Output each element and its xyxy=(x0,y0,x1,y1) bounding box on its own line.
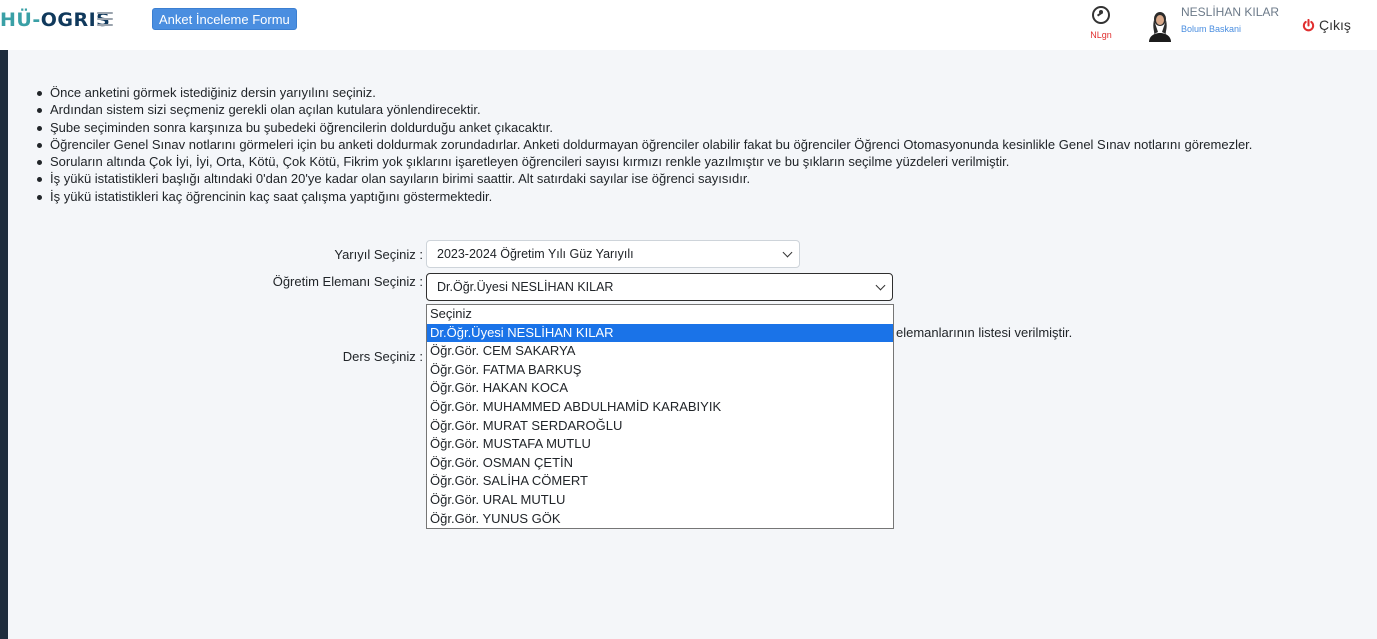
app-logo[interactable]: HÜ-OGRIS xyxy=(0,9,110,31)
compass-icon xyxy=(1092,6,1110,24)
dropdown-option[interactable]: Öğr.Gör. MURAT SERDAROĞLU xyxy=(427,417,893,436)
instruction-item: Önce anketini görmek istediğiniz dersin … xyxy=(36,84,1252,101)
instruction-item: Şube seçiminden sonra karşınıza bu şubed… xyxy=(36,119,1252,136)
dropdown-option[interactable]: Öğr.Gör. YUNUS GÖK xyxy=(427,510,893,529)
dropdown-option[interactable]: Öğr.Gör. FATMA BARKUŞ xyxy=(427,361,893,380)
dropdown-option[interactable]: Öğr.Gör. MUHAMMED ABDULHAMİD KARABIYIK xyxy=(427,398,893,417)
semester-select-value: 2023-2024 Öğretim Yılı Güz Yarıyılı xyxy=(437,247,634,261)
instruction-item: Soruların altında Çok İyi, İyi, Orta, Kö… xyxy=(36,153,1252,170)
dropdown-option[interactable]: Seçiniz xyxy=(427,305,893,324)
top-navbar: HÜ-OGRIS Anket İnceleme Formu NLgn NESLİ… xyxy=(0,0,1377,50)
dropdown-option[interactable]: Öğr.Gör. URAL MUTLU xyxy=(427,491,893,510)
dropdown-option[interactable]: Öğr.Gör. CEM SAKARYA xyxy=(427,342,893,361)
user-role: Bolum Baskani xyxy=(1181,24,1242,34)
nlgn-label: NLgn xyxy=(1090,30,1112,40)
chevron-down-icon xyxy=(875,280,886,291)
dropdown-option[interactable]: Öğr.Gör. HAKAN KOCA xyxy=(427,379,893,398)
dropdown-option-selected[interactable]: Dr.Öğr.Üyesi NESLİHAN KILAR xyxy=(427,323,893,343)
instruction-item: Öğrenciler Genel Sınav notlarını görmele… xyxy=(36,136,1252,153)
sidebar-edge xyxy=(0,50,8,639)
dropdown-option[interactable]: Öğr.Gör. MUSTAFA MUTLU xyxy=(427,435,893,454)
instructions-list: Önce anketini görmek istediğiniz dersin … xyxy=(36,84,1252,205)
user-name: NESLİHAN KILAR xyxy=(1181,5,1280,19)
instruction-item: İş yükü istatistikleri kaç öğrencinin ka… xyxy=(36,188,1252,205)
instruction-item: İş yükü istatistikleri başlığı altındaki… xyxy=(36,170,1252,187)
page-title-badge[interactable]: Anket İnceleme Formu xyxy=(152,8,297,30)
user-avatar[interactable] xyxy=(1146,10,1174,42)
logout-button[interactable]: Çıkış xyxy=(1302,17,1351,33)
dropdown-option[interactable]: Öğr.Gör. OSMAN ÇETİN xyxy=(427,454,893,473)
semester-label: Yarıyıl Seçiniz : xyxy=(334,247,423,262)
semester-select[interactable]: 2023-2024 Öğretim Yılı Güz Yarıyılı xyxy=(426,240,800,268)
nlgn-widget[interactable]: NLgn xyxy=(1086,6,1116,46)
menu-toggle-icon[interactable] xyxy=(97,12,113,26)
dropdown-option[interactable]: Öğr.Gör. SALİHA CÖMERT xyxy=(427,472,893,491)
power-icon xyxy=(1302,18,1315,32)
instructor-select[interactable]: Dr.Öğr.Üyesi NESLİHAN KILAR xyxy=(426,273,893,301)
logo-prefix: HÜ- xyxy=(0,9,41,31)
instructor-dropdown-list: Seçiniz Dr.Öğr.Üyesi NESLİHAN KILAR Öğr.… xyxy=(426,304,894,529)
instructor-label: Öğretim Elemanı Seçiniz : xyxy=(272,274,423,289)
logout-label: Çıkış xyxy=(1319,17,1351,33)
instructor-select-value: Dr.Öğr.Üyesi NESLİHAN KILAR xyxy=(437,280,614,294)
chevron-down-icon xyxy=(782,247,793,258)
instruction-item: Ardından sistem sizi seçmeniz gerekli ol… xyxy=(36,101,1252,118)
instructor-list-note: elemanlarının listesi verilmiştir. xyxy=(896,325,1073,340)
course-label: Ders Seçiniz : xyxy=(342,349,423,364)
